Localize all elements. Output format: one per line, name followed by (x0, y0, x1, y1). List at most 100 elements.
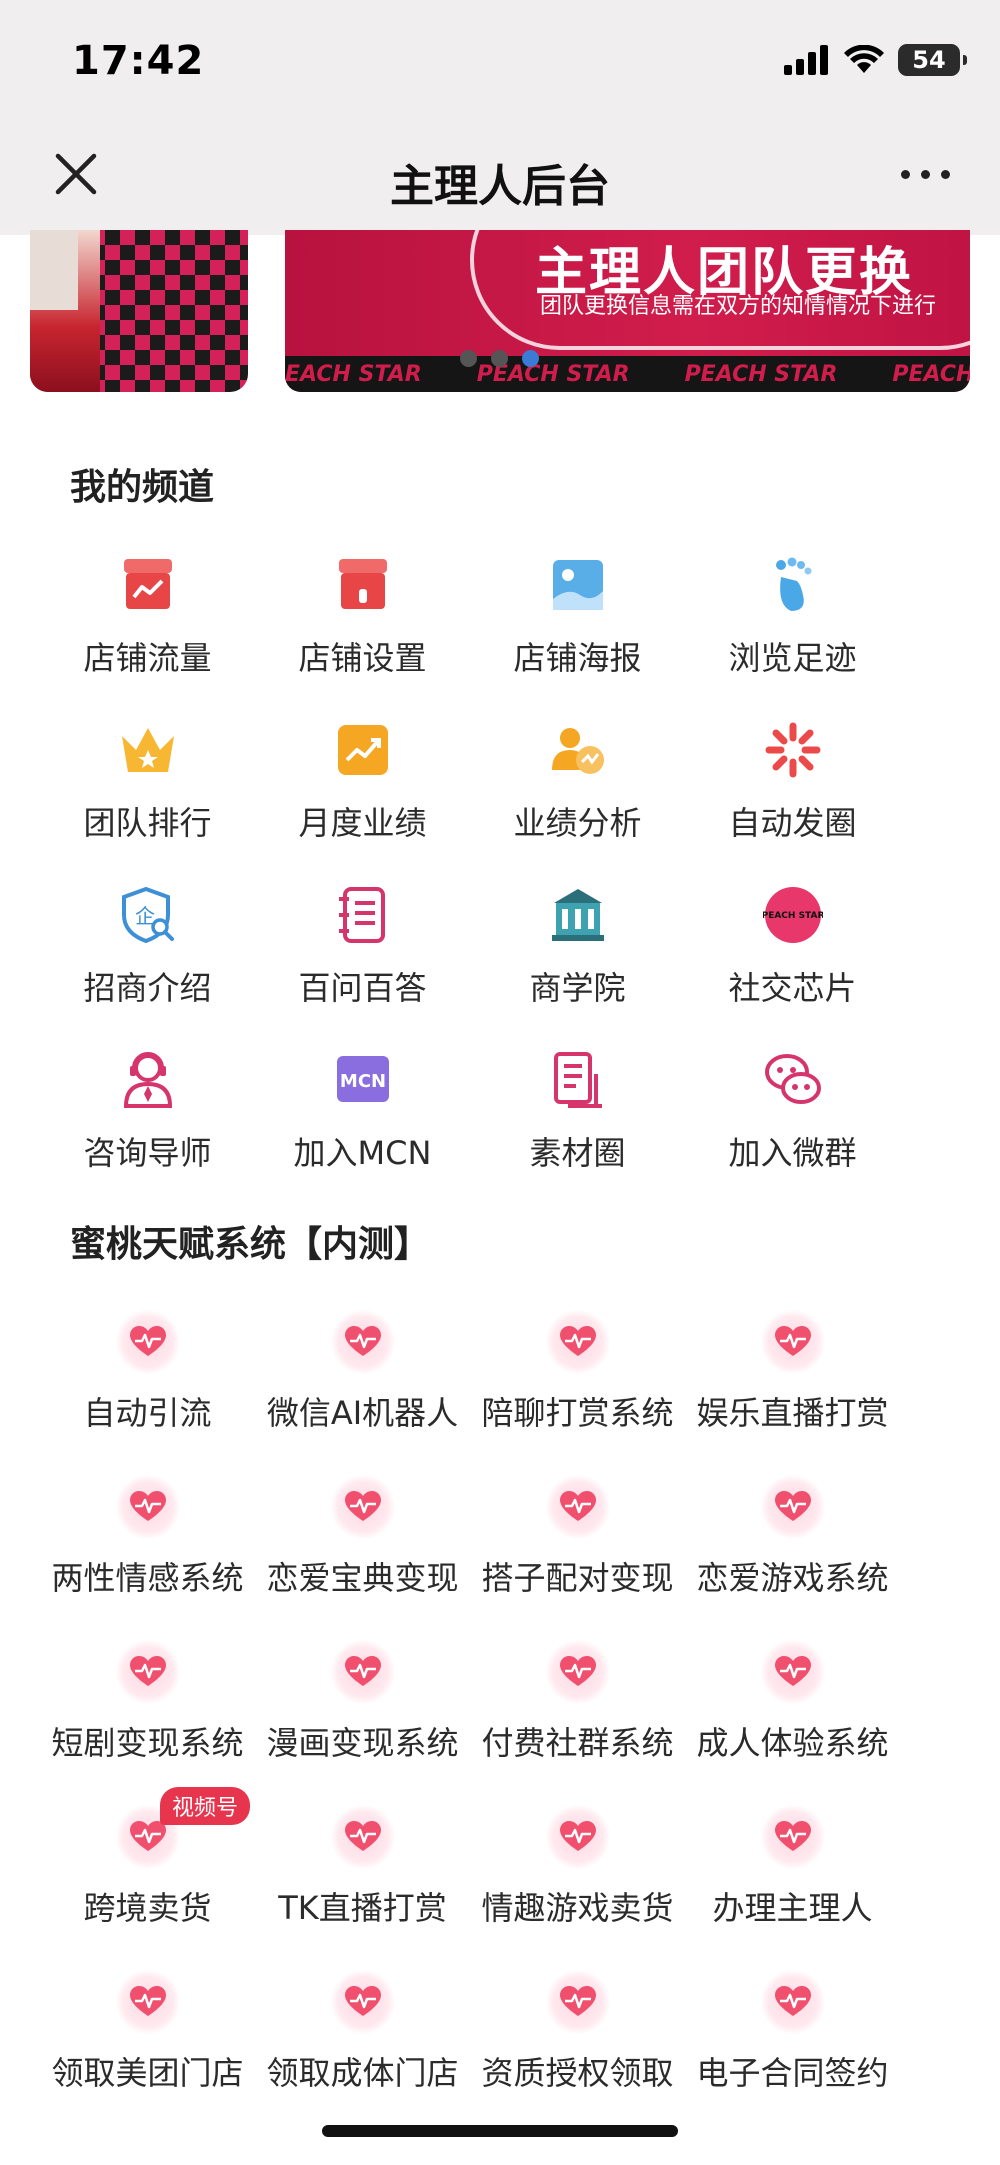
more-dot-icon (940, 169, 950, 179)
banner-main-image[interactable]: 主理人团队更换 团队更换信息需在双方的知情情况下进行 EACH STAR PEA… (285, 230, 970, 392)
more-button[interactable] (890, 154, 960, 194)
channel-item[interactable]: 店铺海报 (470, 555, 685, 720)
talent-item[interactable]: 娱乐直播打赏 (685, 1310, 900, 1475)
brand-strip-text: EACH STAR (285, 361, 422, 387)
talent-item[interactable]: 资质授权领取 (470, 1970, 685, 2135)
channel-item[interactable]: 浏览足迹 (685, 555, 900, 720)
heart-pulse-icon (115, 1475, 180, 1539)
footprint-icon (775, 557, 811, 611)
talent-item[interactable]: 恋爱游戏系统 (685, 1475, 900, 1640)
shield-search-icon: 企 (121, 886, 174, 944)
heart-pulse-icon (545, 1805, 610, 1869)
channel-label: 浏览足迹 (728, 639, 857, 677)
talent-item[interactable]: 办理主理人 (685, 1805, 900, 1970)
more-dot-icon (900, 169, 910, 179)
talent-label: 成人体验系统 (696, 1724, 889, 1762)
channel-item[interactable]: 百问百答 (255, 885, 470, 1050)
carousel-dot[interactable] (460, 350, 477, 367)
channel-item[interactable]: 业绩分析 (470, 720, 685, 885)
talent-item[interactable]: 成人体验系统 (685, 1640, 900, 1805)
channel-item[interactable]: 素材圈 (470, 1050, 685, 1215)
status-icons: 54 (784, 44, 967, 76)
heart-pulse-icon (760, 1805, 825, 1869)
talent-label: 电子合同签约 (696, 2054, 889, 2092)
more-dot-icon (920, 169, 930, 179)
talent-item[interactable]: 领取成体门店 (255, 1970, 470, 2135)
carousel-dot-active[interactable] (522, 350, 539, 367)
talent-item[interactable]: TK直播打赏 (255, 1805, 470, 1970)
talent-grid: 自动引流 微信AI机器人 陪聊打赏系统 娱乐直播打赏两性情感系统 恋爱宝典变现 搭子配对变… (40, 1310, 940, 2135)
banner-figure-hair (30, 230, 78, 310)
peach-star-chip-icon: PEACH STAR (763, 887, 823, 943)
talent-item[interactable]: 漫画变现系统 (255, 1640, 470, 1805)
wifi-icon (844, 45, 884, 73)
status-time: 17:42 (72, 38, 205, 84)
channels-video-badge: 视频号 (160, 1787, 251, 1825)
talent-item[interactable]: 视频号 跨境卖货 (40, 1787, 255, 1970)
channel-item[interactable]: 企 招商介绍 (40, 885, 255, 1050)
shop-traffic-icon (123, 559, 172, 609)
channel-item[interactable]: 月度业绩 (255, 720, 470, 885)
heart-pulse-icon (115, 1310, 180, 1374)
heart-pulse-icon (760, 1310, 825, 1374)
school-icon (551, 889, 604, 941)
channel-item[interactable]: 店铺流量 (40, 555, 255, 720)
channel-item[interactable]: 加入微群 (685, 1050, 900, 1215)
chip-text: PEACH STAR (763, 911, 823, 921)
mentor-icon (123, 1052, 172, 1108)
talent-item[interactable]: 搭子配对变现 (470, 1475, 685, 1640)
talent-item[interactable]: 付费社群系统 (470, 1640, 685, 1805)
heart-pulse-icon (545, 1475, 610, 1539)
channels-grid: 店铺流量 店铺设置 店铺海报 浏览足迹 团队排行 月度业绩 业绩分析 自动发圈 … (40, 555, 940, 1215)
channel-item[interactable]: 自动发圈 (685, 720, 900, 885)
banner-brand-strip: EACH STAR PEACH STAR PEACH STAR PEACH ST (285, 356, 970, 392)
heart-pulse-icon (330, 1805, 395, 1869)
shop-poster-icon (552, 560, 603, 610)
talent-item[interactable]: 恋爱宝典变现 (255, 1475, 470, 1640)
talent-label: 娱乐直播打赏 (696, 1394, 889, 1432)
material-icon (553, 1052, 602, 1108)
home-indicator (322, 2125, 678, 2137)
channel-item[interactable]: 团队排行 (40, 720, 255, 885)
channels-section-title: 我的频道 (70, 467, 215, 508)
brand-strip-text: PEACH ST (892, 361, 970, 387)
talent-item[interactable]: 两性情感系统 (40, 1475, 255, 1640)
heart-pulse-icon (545, 1640, 610, 1704)
talent-item[interactable]: 情趣游戏卖货 (470, 1805, 685, 1970)
navigation-bar: 主理人后台 (0, 120, 1000, 230)
shop-settings-icon (338, 559, 387, 609)
carousel-dots (460, 350, 539, 367)
wechat-group-icon (764, 1054, 821, 1104)
page-title: 主理人后台 (390, 161, 610, 212)
carousel-dot[interactable] (491, 350, 508, 367)
mcn-icon-text: MCN (339, 1071, 385, 1092)
heart-pulse-icon (330, 1475, 395, 1539)
talent-item[interactable]: 领取美团门店 (40, 1970, 255, 2135)
channel-item[interactable]: PEACH STAR 社交芯片 (685, 885, 900, 1050)
heart-pulse-icon (760, 1475, 825, 1539)
channel-item[interactable]: 商学院 (470, 885, 685, 1050)
channel-item[interactable]: MCN 加入MCN (255, 1050, 470, 1215)
heart-pulse-icon (330, 1310, 395, 1374)
talent-item[interactable]: 陪聊打赏系统 (470, 1310, 685, 1475)
talent-label: 恋爱游戏系统 (696, 1559, 889, 1597)
battery-icon: 54 (898, 44, 967, 76)
heart-pulse-icon (330, 1640, 395, 1704)
talent-item[interactable]: 微信AI机器人 (255, 1310, 470, 1475)
signal-icon (784, 45, 828, 75)
channel-item[interactable]: 咨询导师 (40, 1050, 255, 1215)
talent-section-title: 蜜桃天赋系统【内测】 (70, 1224, 431, 1265)
trend-icon (337, 725, 388, 775)
talent-item[interactable]: 自动引流 (40, 1310, 255, 1475)
talent-item[interactable]: 电子合同签约 (685, 1970, 900, 2135)
channel-label: 社交芯片 (728, 969, 857, 1007)
banner-left-image[interactable] (30, 230, 248, 392)
heart-pulse-icon (115, 1970, 180, 2034)
channel-item[interactable]: 店铺设置 (255, 555, 470, 720)
users-chart-icon (551, 728, 604, 774)
channel-label: 加入微群 (728, 1134, 857, 1172)
notebook-icon (338, 887, 385, 943)
talent-item[interactable]: 短剧变现系统 (40, 1640, 255, 1805)
banner-carousel[interactable]: 主理人团队更换 团队更换信息需在双方的知情情况下进行 EACH STAR PEA… (0, 230, 1000, 395)
crown-icon (121, 728, 174, 772)
